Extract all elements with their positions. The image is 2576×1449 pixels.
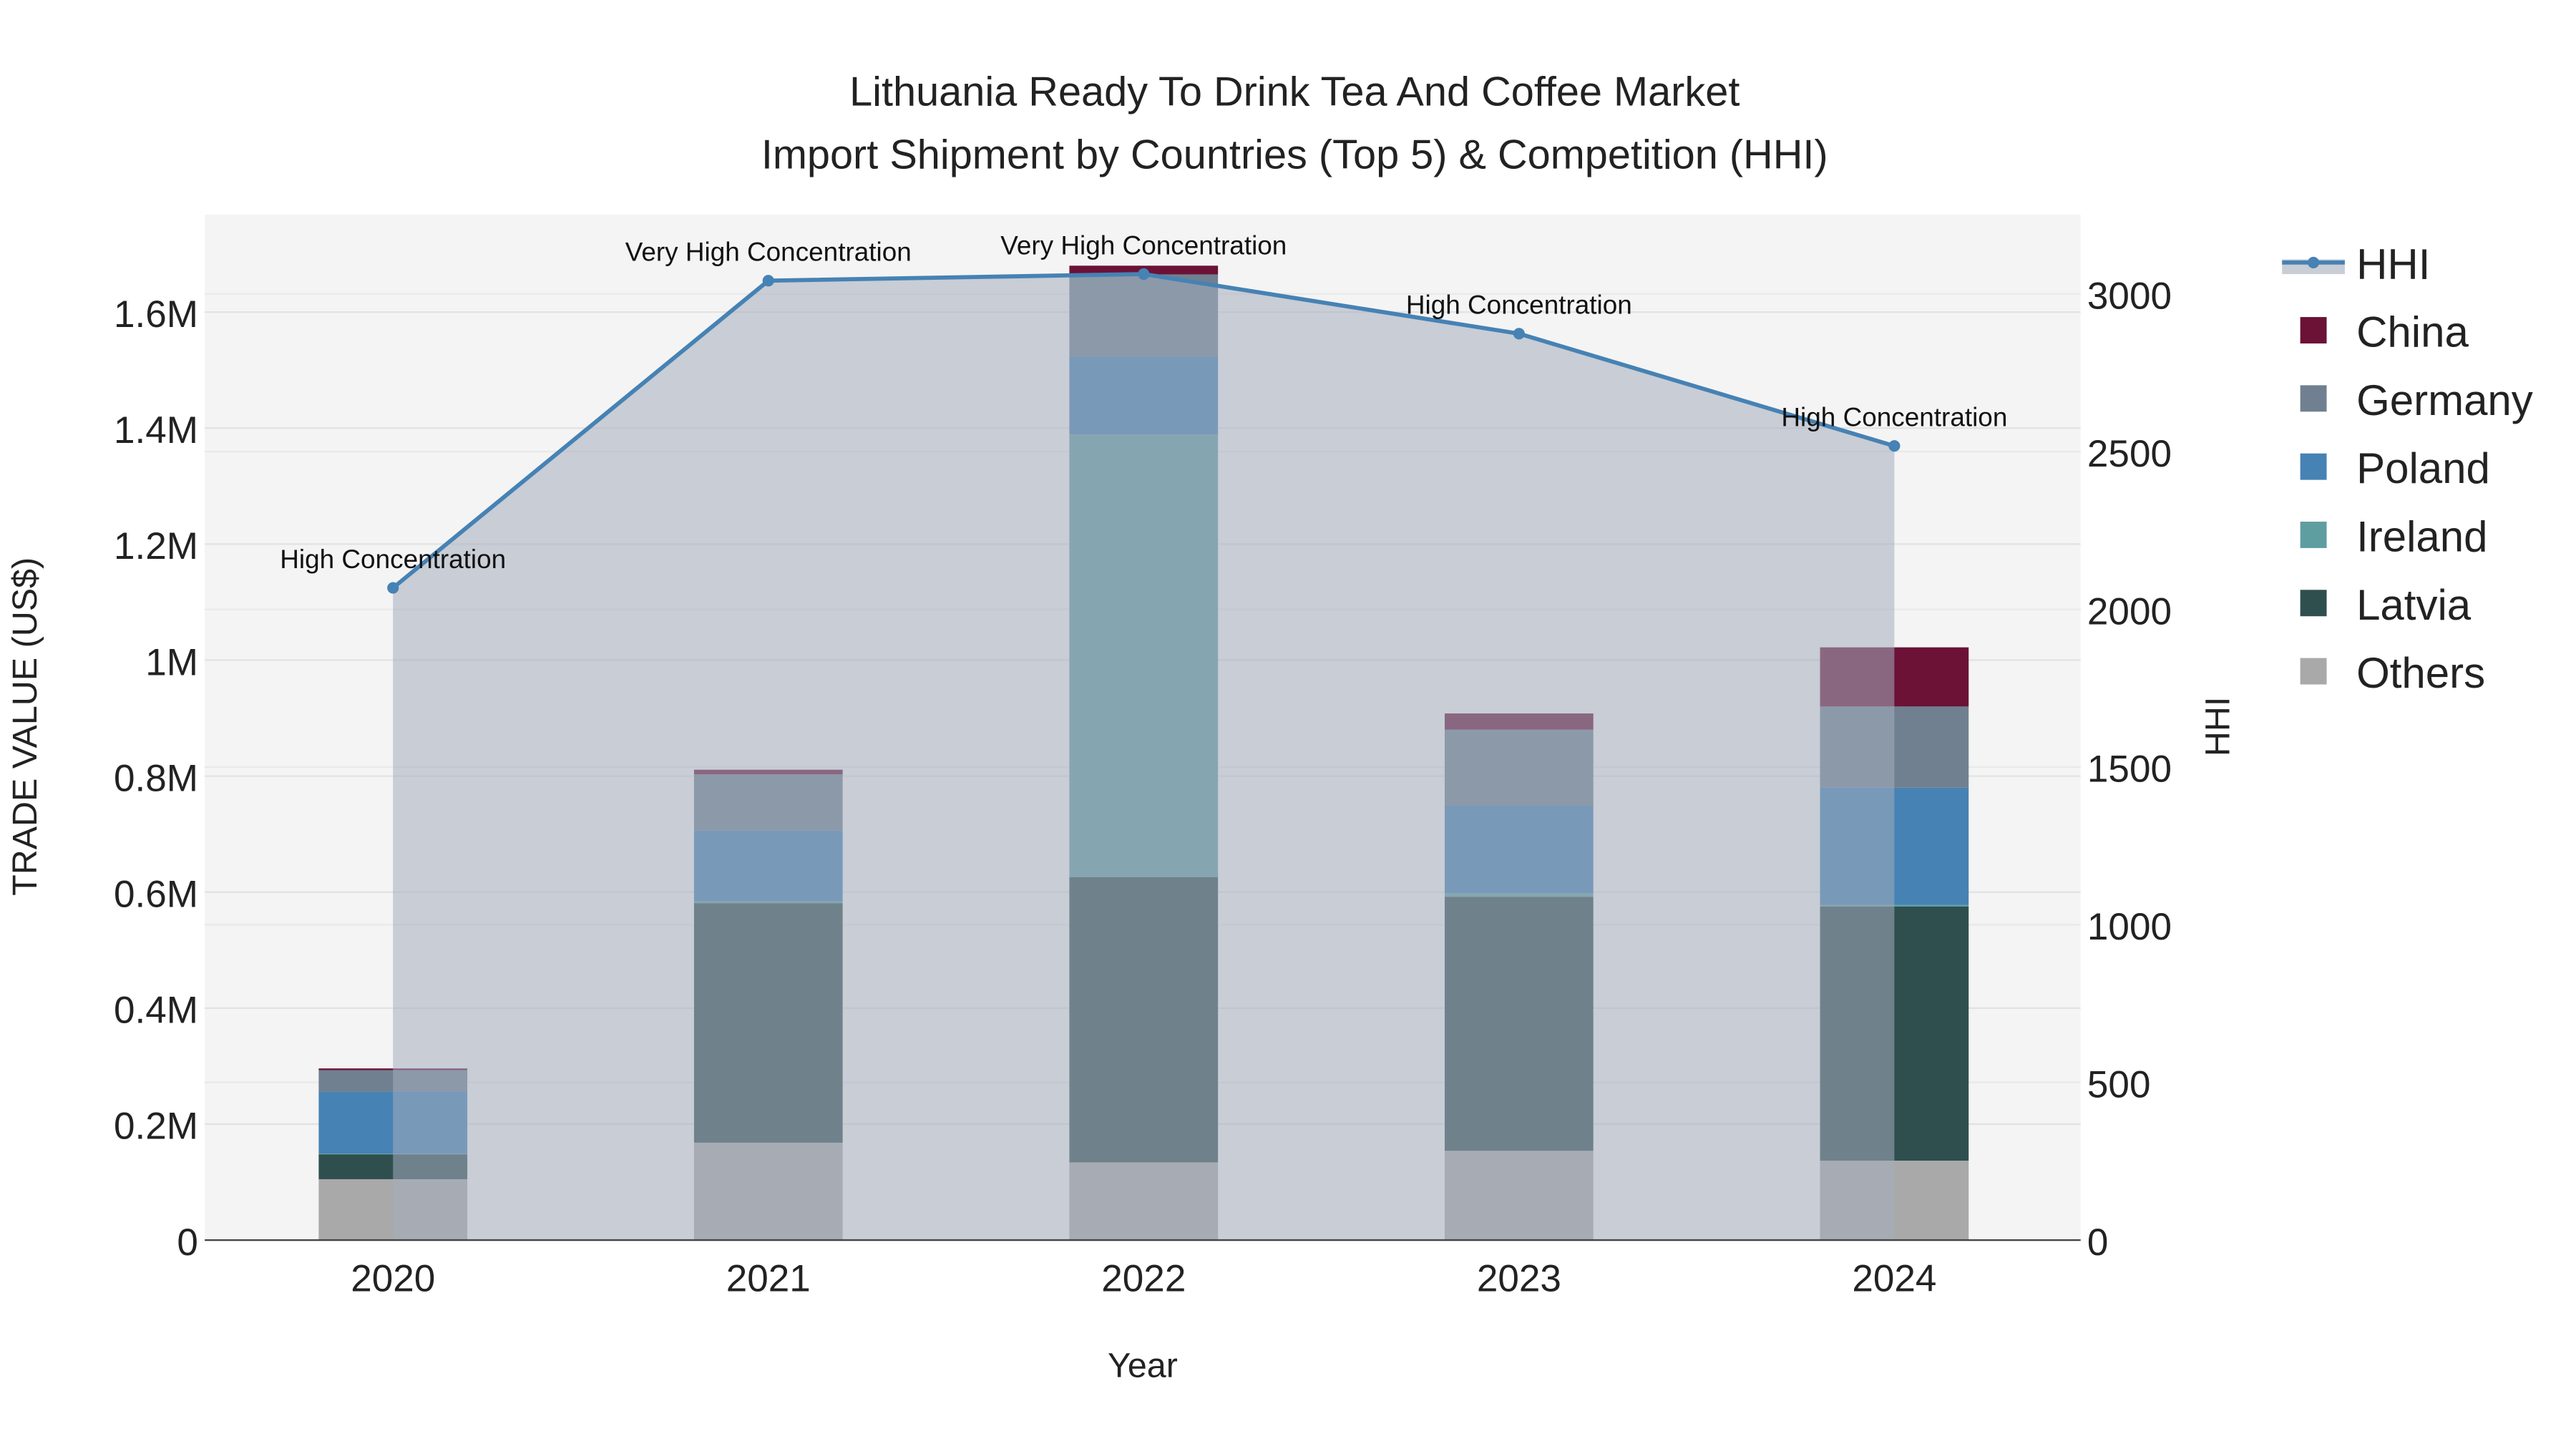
legend-swatch-germany	[2300, 385, 2327, 412]
y2-tick-label: 1000	[2087, 906, 2172, 948]
chart-title-line2: Import Shipment by Countries (Top 5) & C…	[761, 132, 1828, 177]
y2-tick-label: 500	[2087, 1063, 2151, 1106]
hhi-point	[1138, 268, 1150, 280]
y-tick-label: 0.2M	[114, 1106, 198, 1148]
x-tick-label: 2022	[1101, 1258, 1186, 1300]
legend-label-latvia: Latvia	[2356, 581, 2472, 629]
legend-label-others: Others	[2356, 649, 2485, 697]
hhi-point	[1888, 440, 1901, 452]
hhi-annotation: Very High Concentration	[625, 238, 912, 267]
y2-tick-label: 2500	[2087, 433, 2172, 475]
hhi-annotation: High Concentration	[1406, 291, 1632, 320]
legend-swatch-china	[2300, 317, 2327, 343]
hhi-annotation: Very High Concentration	[1000, 230, 1287, 260]
legend-label-poland: Poland	[2356, 444, 2490, 492]
x-tick-label: 2023	[1477, 1258, 1561, 1300]
legend-label-germany: Germany	[2356, 376, 2533, 424]
y-axis-title: TRADE VALUE (US$)	[6, 557, 44, 896]
hhi-point	[387, 582, 399, 594]
y-tick-label: 1.2M	[114, 525, 198, 567]
y-tick-label: 1M	[145, 641, 198, 683]
legend-swatch-ireland	[2300, 522, 2327, 548]
x-axis-title: Year	[1108, 1347, 1178, 1385]
x-tick-label: 2021	[726, 1258, 811, 1300]
hhi-annotation: High Concentration	[280, 545, 506, 574]
legend-swatch-latvia	[2300, 590, 2327, 617]
legend-label-ireland: Ireland	[2356, 513, 2487, 561]
hhi-annotation: High Concentration	[1781, 403, 2007, 432]
y-tick-label: 1.4M	[114, 409, 198, 452]
y-tick-label: 0	[177, 1221, 198, 1264]
legend-swatch-poland	[2300, 453, 2327, 480]
y2-tick-label: 3000	[2087, 275, 2172, 318]
legend-label-hhi: HHI	[2356, 240, 2430, 288]
x-tick-label: 2020	[351, 1258, 435, 1300]
y2-tick-label: 2000	[2087, 590, 2172, 633]
chart-title-line1: Lithuania Ready To Drink Tea And Coffee …	[849, 69, 1740, 115]
hhi-point	[1513, 328, 1525, 340]
y2-axis-title: HHI	[2198, 697, 2237, 756]
y2-tick-label: 0	[2087, 1221, 2109, 1264]
legend-hhi-marker	[2308, 256, 2320, 268]
y2-tick-label: 1500	[2087, 748, 2172, 791]
chart: Lithuania Ready To Drink Tea And Coffee …	[0, 0, 2576, 1449]
hhi-point	[762, 275, 774, 287]
y-tick-label: 0.4M	[114, 990, 198, 1032]
y-tick-label: 0.6M	[114, 874, 198, 916]
hhi-area	[393, 274, 1895, 1241]
y-tick-label: 1.6M	[114, 293, 198, 336]
x-tick-label: 2024	[1852, 1258, 1936, 1300]
legend-swatch-others	[2300, 658, 2327, 685]
y-tick-label: 0.8M	[114, 757, 198, 799]
legend-label-china: China	[2356, 308, 2469, 356]
